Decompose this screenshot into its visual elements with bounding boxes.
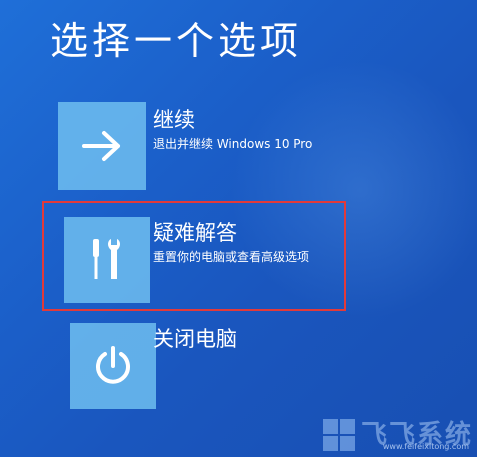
shutdown-tile[interactable] bbox=[70, 323, 156, 409]
troubleshoot-tile[interactable] bbox=[64, 217, 150, 303]
power-icon bbox=[96, 346, 130, 384]
continue-description: 退出并继续 Windows 10 Pro bbox=[153, 137, 313, 151]
windows-logo-icon bbox=[322, 419, 355, 451]
option-continue[interactable]: 继续 退出并继续 Windows 10 Pro bbox=[0, 102, 477, 202]
watermark-url: www.feifeixitong.com bbox=[382, 442, 469, 451]
continue-title: 继续 bbox=[153, 108, 195, 132]
arrow-right-icon bbox=[82, 131, 120, 161]
tools-icon bbox=[93, 239, 120, 279]
option-troubleshoot[interactable]: 疑难解答 重置你的电脑或查看高级选项 bbox=[0, 215, 477, 315]
page-title: 选择一个选项 bbox=[50, 19, 303, 63]
shutdown-title: 关闭电脑 bbox=[153, 327, 237, 351]
troubleshoot-description: 重置你的电脑或查看高级选项 bbox=[153, 250, 310, 264]
option-shutdown[interactable]: 关闭电脑 bbox=[0, 321, 477, 421]
continue-tile[interactable] bbox=[58, 102, 146, 190]
troubleshoot-title: 疑难解答 bbox=[153, 221, 237, 245]
